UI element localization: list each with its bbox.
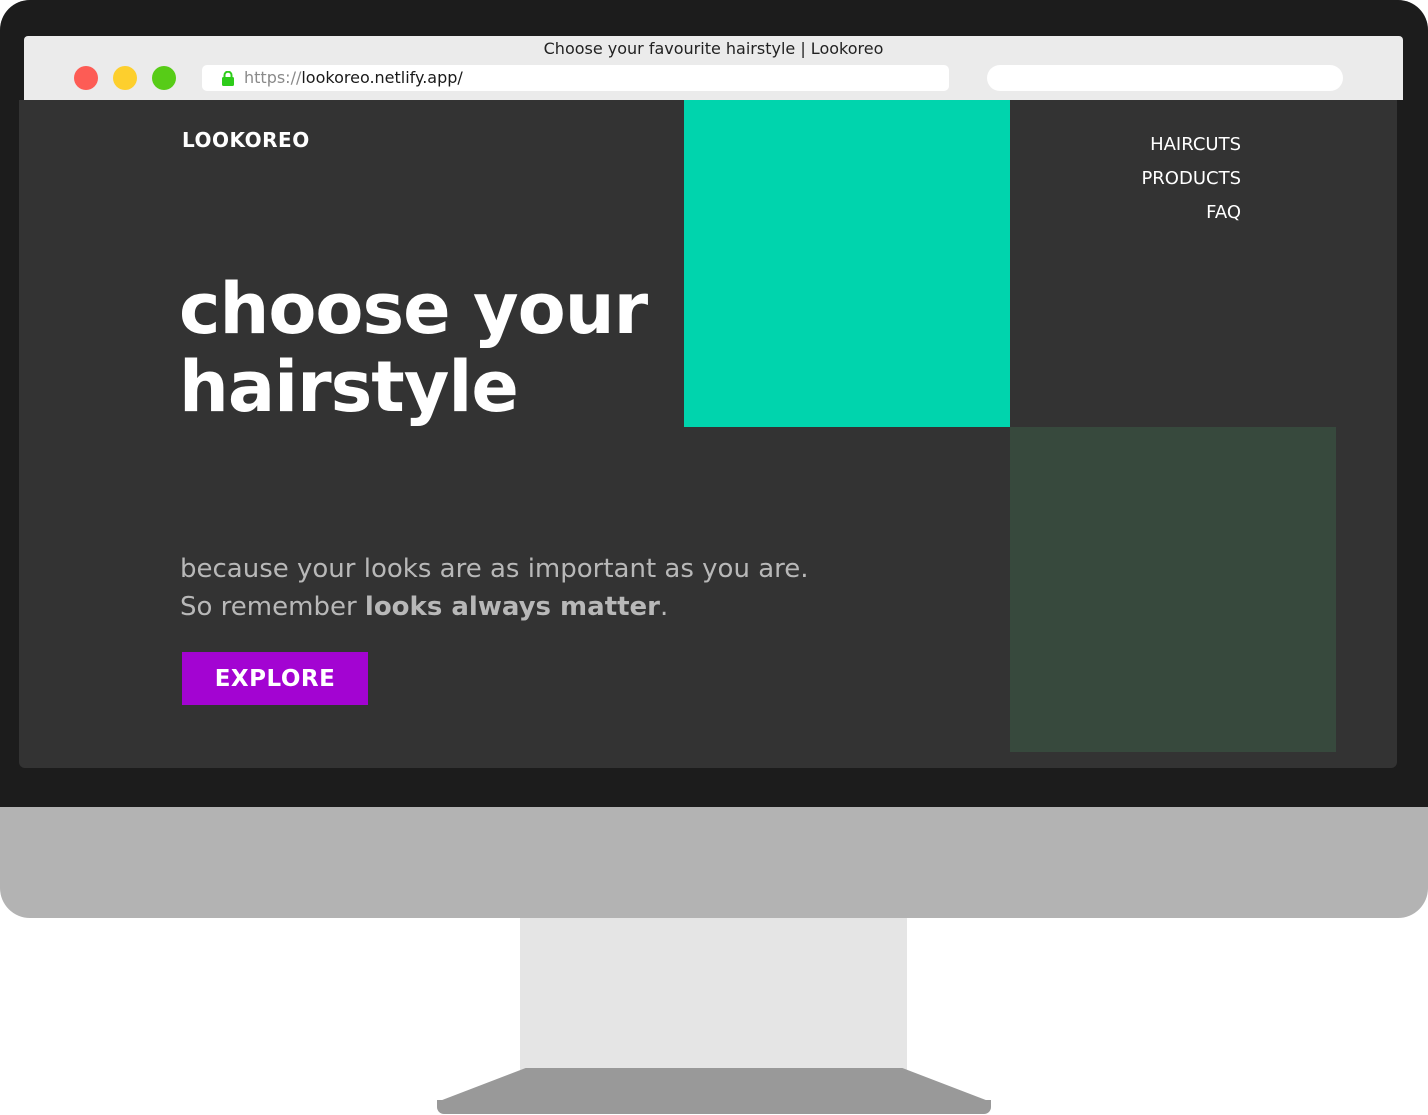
address-bar[interactable]: https://lookoreo.netlify.app/ xyxy=(202,65,949,91)
url-host: lookoreo.netlify.app/ xyxy=(301,68,463,87)
explore-button[interactable]: EXPLORE xyxy=(182,652,368,705)
url-text[interactable]: https://lookoreo.netlify.app/ xyxy=(244,68,463,87)
nav-link-haircuts[interactable]: HAIRCUTS xyxy=(1141,128,1241,162)
tagline-prefix: So remember xyxy=(180,592,365,622)
hero-title-line-2: hairstyle xyxy=(179,346,519,428)
window-title: Choose your favourite hairstyle | Lookor… xyxy=(543,39,884,58)
lock-icon xyxy=(222,71,234,86)
close-window-button[interactable] xyxy=(74,66,98,90)
dark-green-decor-block xyxy=(1010,427,1336,752)
main-nav: HAIRCUTS PRODUCTS FAQ xyxy=(1141,128,1241,230)
tagline-suffix: . xyxy=(660,592,669,622)
hero-title-line-1: choose your xyxy=(179,268,648,350)
maximize-window-button[interactable] xyxy=(152,66,176,90)
teal-decor-block xyxy=(684,100,1010,427)
browser-toolbar: Choose your favourite hairstyle | Lookor… xyxy=(24,36,1403,100)
nav-link-products[interactable]: PRODUCTS xyxy=(1141,162,1241,196)
monitor-stand-foot xyxy=(437,1068,991,1102)
hero-tagline: because your looks are as important as y… xyxy=(180,550,809,626)
monitor-stand-base xyxy=(437,1100,991,1114)
browser-search-field[interactable] xyxy=(987,65,1343,91)
monitor-stand-neck xyxy=(520,918,907,1070)
site-logo[interactable]: LOOKOREO xyxy=(182,128,310,152)
tagline-emphasis: looks always matter xyxy=(364,592,661,622)
url-protocol: https:// xyxy=(244,68,302,87)
hero-title: choose your hairstyle xyxy=(179,270,659,426)
minimize-window-button[interactable] xyxy=(113,66,137,90)
nav-link-faq[interactable]: FAQ xyxy=(1141,196,1241,230)
tagline-line-1: because your looks are as important as y… xyxy=(180,554,809,584)
web-page: LOOKOREO HAIRCUTS PRODUCTS FAQ choose yo… xyxy=(19,100,1397,768)
